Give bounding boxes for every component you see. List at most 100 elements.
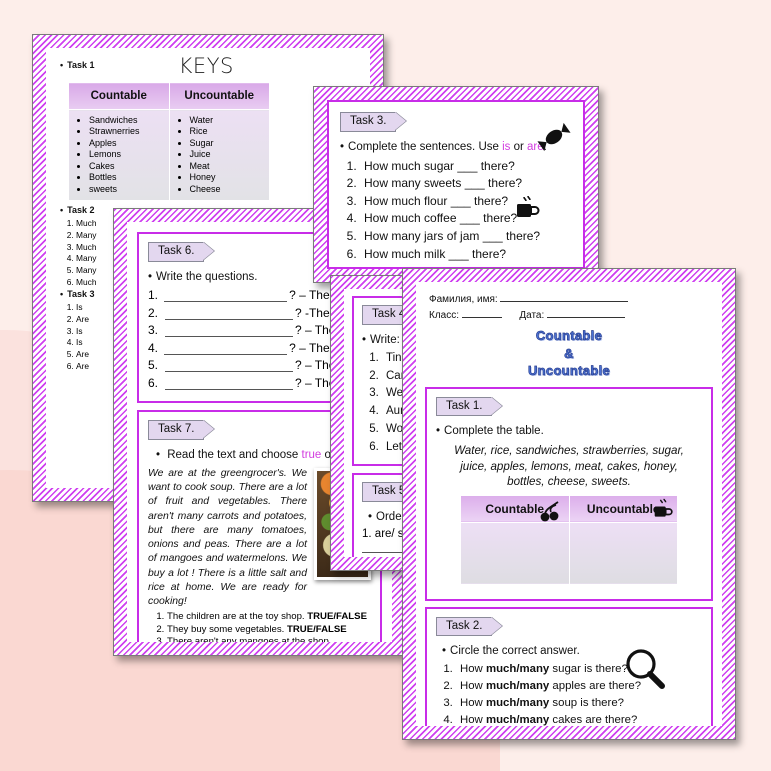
date-label: Дата: (519, 309, 545, 321)
bullet-dot: • (436, 425, 441, 438)
task2-label: Task 2. (436, 616, 493, 637)
answer-write-line[interactable] (164, 291, 288, 303)
task3-instruction-pre: Complete the sentences. Use (348, 140, 503, 153)
item-number: 5. (148, 358, 159, 373)
list-item: How much sugar ___ there? (360, 158, 572, 174)
task1-sorting-table[interactable]: Countable Uncountable (460, 494, 678, 585)
task7-label: Task 7. (148, 420, 205, 440)
list-item: Apples (89, 138, 165, 148)
task7-true-word: true (301, 448, 322, 461)
bullet-dot: • (60, 288, 64, 299)
question-text: There aren't any mangoes at the shop. (167, 636, 332, 642)
candy-icon (537, 122, 571, 157)
task1-instruction-line: • Complete the table. (436, 425, 544, 438)
title-line-3: Uncountable (527, 363, 611, 379)
task7-question-item[interactable]: The children are at the toy shop. TRUE/F… (167, 611, 371, 622)
much-many-choice[interactable]: much/many (486, 697, 549, 709)
truefalse-choice[interactable]: TRUE/FALSE (287, 624, 347, 635)
task7-question-item[interactable]: There aren't any mangoes at the shop. TR… (167, 636, 371, 642)
list-item: How many jars of jam ___ there? (360, 228, 572, 244)
bullet-dot: • (60, 60, 64, 70)
list-item: Honey (190, 172, 266, 182)
task2-box: Task 2. •Circle the correct answer. How … (425, 606, 713, 726)
item-number: 1. (148, 288, 159, 303)
coffee-cup-icon (653, 498, 675, 523)
keys-header-uncountable: Uncountable (168, 82, 270, 110)
bullet-dot: • (362, 333, 367, 346)
table-row (460, 521, 678, 585)
task1-cell-uncountable[interactable] (568, 521, 678, 585)
bullet-dot: • (156, 448, 161, 461)
truefalse-choice[interactable]: TRUE/FALSE (307, 611, 367, 622)
list-item: How much milk ___ there? (360, 246, 572, 262)
question-suffix: soup is there? (549, 696, 624, 709)
answer-write-line[interactable] (165, 309, 293, 320)
much-many-choice[interactable]: much/many (486, 663, 549, 675)
list-item: How many sweets ___ there? (360, 175, 572, 191)
task1-label: Task 1. (436, 396, 493, 417)
task1-word-bank: Water, rice, sandwiches, strawberries, s… (454, 444, 684, 489)
bullet-dot: • (148, 270, 153, 283)
item-number: 3. (148, 323, 159, 338)
task1-cell-countable[interactable] (460, 521, 570, 585)
keys-header-countable: Countable (68, 82, 170, 110)
answer-write-line[interactable] (165, 379, 293, 390)
task7-question-item[interactable]: They buy some vegetables. TRUE/FALSE (167, 624, 371, 635)
bullet-dot: • (442, 645, 447, 658)
much-many-choice[interactable]: much/many (486, 714, 549, 726)
table-header-row: Countable Uncountable (460, 494, 678, 523)
question-prefix: How (460, 663, 486, 676)
table-header-row: Countable Uncountable (68, 82, 270, 110)
much-many-choice[interactable]: much/many (486, 680, 549, 692)
keys-task1-heading: • Task 1 (60, 60, 95, 70)
title-line-1: Countable (535, 328, 603, 344)
task2-question-item[interactable]: How much/many cakes are there? (456, 713, 702, 726)
item-number: 4. (148, 340, 159, 355)
list-item: Sugar (190, 138, 266, 148)
student-info-block: Фамилия, имя: Класс: Дата: (429, 292, 713, 323)
answer-write-line[interactable] (165, 361, 293, 373)
name-label: Фамилия, имя: (429, 294, 498, 305)
task4-instruction-pre: Write: (370, 333, 404, 346)
list-item: Strawnerries (89, 126, 165, 136)
answer-write-line[interactable] (164, 344, 288, 355)
keys-answer-table: Countable Uncountable SandwichesStrawner… (68, 82, 270, 201)
class-label: Класс: (429, 309, 459, 321)
item-number: 2. (148, 305, 159, 320)
task7-instruction-pre: Read the text and choose (167, 448, 302, 461)
question-prefix: How (460, 696, 486, 709)
question-text: The children are at the toy shop. (167, 611, 308, 623)
question-suffix: sugar is there? (549, 663, 628, 676)
task3-sheet[interactable]: Task 3. • Complete the sentences. Use is… (313, 86, 599, 283)
name-input-line[interactable] (500, 301, 629, 302)
answer-write-line[interactable] (165, 326, 293, 338)
task3-label: Task 3. (340, 112, 397, 132)
worksheet-title: Countable & Uncountable (425, 327, 713, 380)
list-item: Water (190, 115, 266, 125)
task3-instruction-or: or (510, 140, 528, 153)
task1-header-countable: Countable (460, 494, 570, 523)
bullet-dot: • (340, 140, 345, 153)
table-row: SandwichesStrawnerries ApplesLemons CakesB… (68, 109, 270, 201)
bullet-dot: • (368, 510, 373, 523)
class-date-row[interactable]: Класс: Дата: (429, 308, 713, 324)
list-item: Juice (190, 149, 266, 159)
bullet-dot: • (60, 205, 64, 215)
question-suffix: cakes are there? (549, 713, 638, 726)
list-item: Lemons (89, 149, 165, 159)
class-input-line[interactable] (461, 316, 502, 318)
list-item: Bottles (89, 172, 165, 182)
list-item: sweets (89, 184, 165, 194)
list-item: Rice (190, 126, 266, 136)
cherries-icon (539, 499, 565, 526)
main-worksheet-sheet[interactable]: Фамилия, имя: Класс: Дата: Countable & U… (402, 268, 736, 740)
name-field-row[interactable]: Фамилия, имя: (429, 292, 713, 308)
task2-question-item[interactable]: How much/many soup is there? (456, 696, 702, 711)
magnifier-icon (623, 647, 669, 698)
task6-label: Task 6. (148, 242, 205, 262)
title-line-2: & (564, 345, 574, 361)
task7-truefalse-list[interactable]: The children are at the toy shop. TRUE/F… (148, 611, 371, 642)
keys-title: KEYS (178, 54, 234, 78)
date-input-line[interactable] (547, 316, 626, 318)
task3-box: Task 3. • Complete the sentences. Use is… (327, 100, 585, 269)
